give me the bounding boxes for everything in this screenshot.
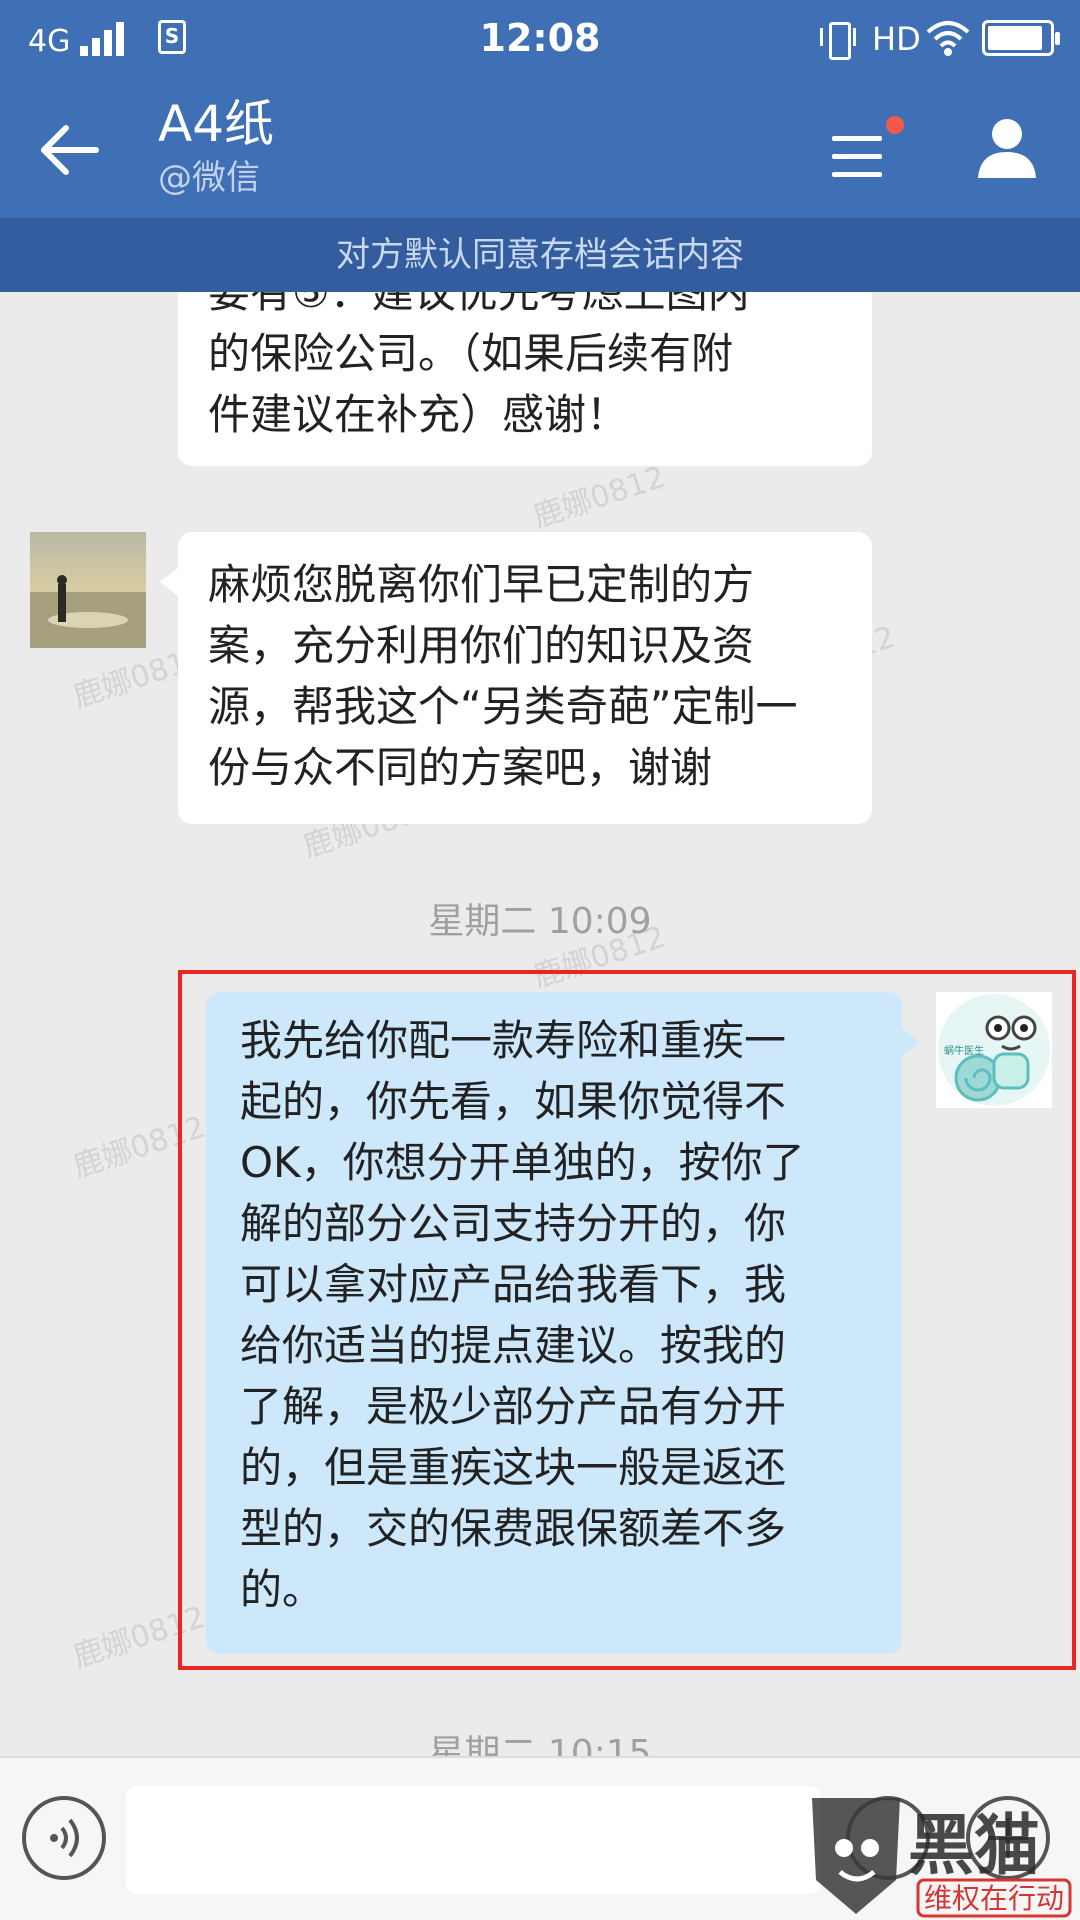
- archive-notice: 对方默认同意存档会话内容: [0, 218, 1080, 292]
- battery-icon: [982, 20, 1060, 56]
- chat-title: A4纸: [158, 95, 275, 153]
- timestamp: 星期二 10:15: [428, 1733, 652, 1756]
- my-avatar[interactable]: 蜗牛医生: [936, 992, 1052, 1108]
- battery-level: [988, 26, 1042, 50]
- message-bubble-received[interactable]: 要有⑤：建议优先考虑上图内 的保险公司。（如果后续有附 件建议在补充）感谢！: [178, 292, 872, 466]
- hamburger-menu-icon: [832, 136, 882, 141]
- arrow-left-icon: [41, 125, 99, 175]
- svg-text:维权在行动: 维权在行动: [924, 1882, 1064, 1915]
- svg-text:黑猫: 黑猫: [908, 1807, 1040, 1884]
- header: A4纸 @微信: [0, 78, 1080, 218]
- chat-screen: 4G S 12:08 HD A4纸 @微信 对方默认同意存档会话内容 鹿娜081…: [0, 0, 1080, 1920]
- person-icon: [978, 119, 1036, 178]
- wifi-icon: [926, 21, 970, 56]
- profile-button[interactable]: [972, 112, 1042, 182]
- brand-logo: 黑猫 维权在行动: [812, 1798, 1072, 1918]
- chat-title-block: A4纸 @微信: [158, 92, 274, 200]
- voice-icon: [50, 1818, 79, 1858]
- message-bubble-received[interactable]: 麻烦您脱离你们早已定制的方 案，充分利用你们的知识及资 源，帮我这个“另类奇葩”…: [160, 532, 872, 824]
- contact-avatar[interactable]: [30, 532, 146, 648]
- status-bar: 4G S 12:08 HD: [0, 0, 1080, 78]
- back-button[interactable]: [30, 108, 114, 192]
- notification-dot: [886, 116, 904, 134]
- timestamp: 星期二 10:09: [428, 901, 652, 942]
- avatar-badge: 蜗牛医生: [944, 1046, 984, 1057]
- message-input[interactable]: [126, 1786, 820, 1894]
- vibrate-icon: [820, 20, 856, 60]
- message-text: 我先给你配一款寿险和重疾一 起的，你先看，如果你觉得不 OK，你想分开单独的，按…: [240, 1016, 805, 1614]
- message-text: 要有⑤：建议优先考虑上图内 的保险公司。（如果后续有附 件建议在补充）感谢！: [208, 292, 750, 439]
- chat-subtitle: @微信: [158, 158, 260, 198]
- message-bubble-sent[interactable]: 我先给你配一款寿险和重疾一 起的，你先看，如果你觉得不 OK，你想分开单独的，按…: [206, 992, 920, 1654]
- voice-button[interactable]: [22, 1796, 106, 1880]
- message-list[interactable]: 鹿娜0812 鹿娜0812 鹿娜0812 鹿娜0812 鹿娜0812 鹿娜081…: [0, 292, 1080, 1756]
- hd-label: HD: [872, 20, 921, 58]
- menu-button[interactable]: [828, 116, 904, 186]
- message-text: 麻烦您脱离你们早已定制的方 案，充分利用你们的知识及资 源，帮我这个“另类奇葩”…: [208, 560, 798, 792]
